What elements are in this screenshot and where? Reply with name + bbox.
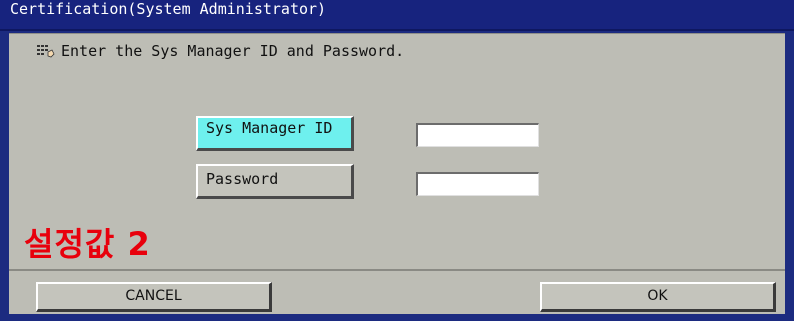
dialog-footer: CANCEL OK xyxy=(9,269,785,314)
window-title: Certification(System Administrator) xyxy=(10,0,327,18)
sys-manager-id-input[interactable] xyxy=(416,123,539,147)
ok-button[interactable]: OK xyxy=(540,282,776,312)
red-annotation-text: 설정값 2 xyxy=(24,225,151,263)
instruction-row: Enter the Sys Manager ID and Password. xyxy=(37,42,404,60)
password-label: Password xyxy=(206,170,279,188)
password-input[interactable] xyxy=(416,172,539,196)
certification-dialog: Enter the Sys Manager ID and Password. S… xyxy=(9,33,785,269)
cancel-button[interactable]: CANCEL xyxy=(36,282,272,312)
instruction-text: Enter the Sys Manager ID and Password. xyxy=(61,42,405,60)
sys-manager-id-label: Sys Manager ID xyxy=(206,119,333,137)
window-title-bar: Certification(System Administrator) xyxy=(0,0,794,31)
window-bottom-border xyxy=(0,314,794,321)
sys-manager-id-button[interactable]: Sys Manager ID xyxy=(196,116,354,151)
password-button[interactable]: Password xyxy=(196,164,354,199)
keyboard-hand-icon xyxy=(37,45,55,58)
